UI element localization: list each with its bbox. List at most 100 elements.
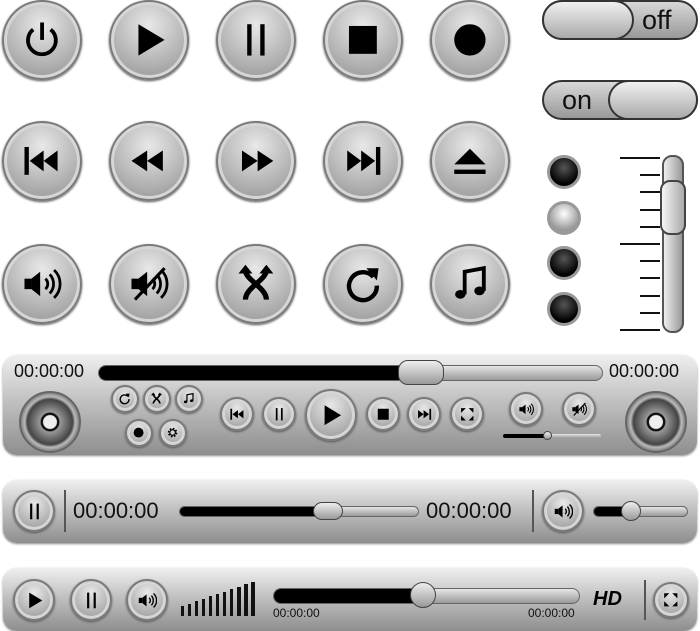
- mute-icon: [111, 246, 187, 322]
- slider-tick: [640, 277, 660, 280]
- slider-tick: [640, 174, 660, 177]
- eject-button[interactable]: [430, 121, 510, 201]
- previous-button[interactable]: [220, 397, 254, 431]
- volume-thumb[interactable]: [621, 501, 641, 521]
- pause-button[interactable]: [216, 0, 296, 80]
- divider: [532, 490, 534, 532]
- pause-button[interactable]: [70, 579, 112, 621]
- toggle-knob[interactable]: [608, 80, 698, 120]
- pause-icon: [15, 492, 53, 530]
- hd-badge[interactable]: HD: [593, 588, 622, 611]
- fullscreen-button[interactable]: [653, 582, 689, 618]
- gear-icon-svg: [168, 428, 178, 438]
- radio-dot[interactable]: [547, 246, 581, 280]
- volume-button[interactable]: [542, 490, 584, 532]
- rewind-button[interactable]: [109, 121, 189, 201]
- shuffle-icon: [218, 246, 294, 322]
- record-icon: [127, 421, 151, 445]
- toggle-off-label: off: [642, 5, 672, 35]
- shuffle-button[interactable]: [143, 385, 171, 413]
- next-button[interactable]: [323, 121, 403, 201]
- volume-thumb[interactable]: [542, 431, 552, 440]
- toggle-knob[interactable]: [542, 0, 634, 40]
- power-icon-svg: [26, 22, 58, 57]
- progress-thumb[interactable]: [312, 502, 343, 520]
- volume-button[interactable]: [2, 244, 82, 324]
- repeat-icon: [325, 246, 401, 322]
- radio-dot[interactable]: [547, 155, 581, 189]
- record-icon-svg: [454, 24, 486, 56]
- progress-track[interactable]: [179, 506, 419, 517]
- music-button[interactable]: [175, 385, 203, 413]
- music-icon-svg: [184, 393, 195, 404]
- stop-button[interactable]: [366, 397, 400, 431]
- record-button[interactable]: [430, 0, 510, 80]
- progress-thumb[interactable]: [410, 582, 437, 608]
- mute-button[interactable]: [562, 392, 596, 426]
- radio-dot[interactable]: [547, 291, 581, 326]
- volume-button[interactable]: [509, 392, 543, 426]
- toggle-off[interactable]: off: [542, 0, 698, 40]
- toggle-on[interactable]: on: [542, 80, 698, 120]
- volume-track[interactable]: [503, 434, 601, 438]
- gear-button[interactable]: [159, 419, 187, 447]
- music-button[interactable]: [430, 244, 510, 324]
- play-icon-svg: [138, 24, 165, 56]
- volume-level-bar: [244, 584, 248, 616]
- progress-thumb[interactable]: [398, 360, 445, 385]
- vertical-slider[interactable]: [620, 155, 690, 333]
- time-elapsed: 00:00:00: [73, 498, 159, 523]
- repeat-button[interactable]: [111, 385, 139, 413]
- volume-level-bar: [230, 589, 233, 616]
- volume-level-bar: [181, 606, 184, 616]
- fast-forward-button[interactable]: [216, 121, 296, 201]
- progress-fill: [180, 507, 329, 516]
- shuffle-button[interactable]: [216, 244, 296, 324]
- stop-button[interactable]: [323, 0, 403, 80]
- player-bar-hd: 00:00:00 00:00:00 HD: [3, 568, 697, 631]
- record-icon-svg: [134, 428, 144, 438]
- volume-level-meter[interactable]: [181, 582, 261, 616]
- divider: [644, 580, 646, 620]
- volume-icon-svg: [138, 592, 157, 608]
- play-icon: [15, 581, 53, 619]
- progress-fill: [274, 589, 425, 603]
- volume-level-bar: [223, 591, 226, 616]
- volume-icon: [128, 581, 166, 619]
- progress-fill: [99, 366, 423, 380]
- toggle-on-label: on: [562, 85, 593, 115]
- shuffle-icon-svg: [238, 264, 274, 301]
- play-button[interactable]: [109, 0, 189, 80]
- pause-icon: [218, 2, 294, 78]
- volume-button[interactable]: [126, 579, 168, 621]
- fullscreen-icon: [655, 584, 687, 616]
- time-elapsed: 00:00:00: [273, 606, 320, 620]
- previous-button[interactable]: [2, 121, 82, 201]
- pause-button[interactable]: [13, 490, 55, 532]
- play-button[interactable]: [305, 389, 357, 441]
- progress-track[interactable]: [98, 365, 603, 381]
- pause-button[interactable]: [262, 397, 296, 431]
- next-button[interactable]: [407, 397, 441, 431]
- volume-level-bar: [195, 601, 198, 616]
- slider-tick: [620, 243, 660, 245]
- radio-dot[interactable]: [547, 200, 581, 235]
- fullscreen-button[interactable]: [450, 397, 484, 431]
- pause-icon: [264, 399, 294, 429]
- time-total: 00:00:00: [426, 498, 512, 523]
- slider-thumb[interactable]: [660, 179, 686, 235]
- slider-tick: [620, 329, 660, 331]
- volume-icon-svg: [24, 269, 62, 299]
- stop-icon: [368, 399, 398, 429]
- fast-forward-icon-svg: [242, 150, 274, 172]
- volume-fill: [503, 434, 548, 438]
- power-button[interactable]: [2, 0, 82, 80]
- repeat-button[interactable]: [323, 244, 403, 324]
- shuffle-icon-svg: [151, 392, 163, 405]
- mute-button[interactable]: [109, 244, 189, 324]
- gear-icon: [161, 421, 185, 445]
- record-button[interactable]: [125, 419, 153, 447]
- stop-icon: [325, 2, 401, 78]
- play-button[interactable]: [13, 579, 55, 621]
- repeat-icon-svg: [346, 268, 380, 303]
